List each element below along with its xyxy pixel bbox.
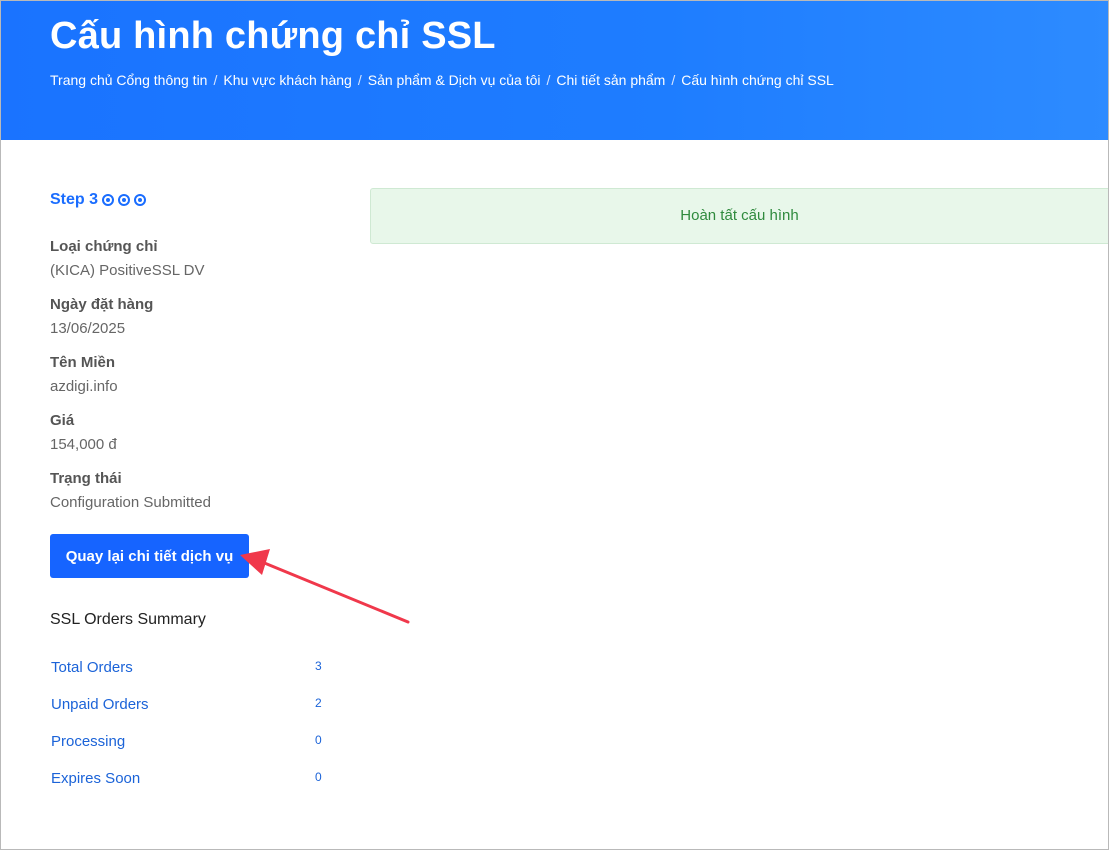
- detail-label: Tên Miền: [50, 354, 116, 371]
- breadcrumb-separator: /: [671, 72, 676, 88]
- detail-value: Configuration Submitted: [50, 494, 211, 511]
- detail-price: Giá 154,000 đ: [50, 410, 330, 468]
- summary-link-expires-soon[interactable]: Expires Soon: [51, 770, 140, 787]
- detail-value: (KICA) PositiveSSL DV: [50, 262, 205, 279]
- summary-link-total-orders[interactable]: Total Orders: [51, 659, 133, 676]
- detail-label: Loại chứng chỉ: [50, 238, 158, 255]
- page-header: Cấu hình chứng chỉ SSL Trang chủ Cổng th…: [0, 0, 1109, 140]
- order-details: Loại chứng chỉ (KICA) PositiveSSL DV Ngà…: [50, 236, 330, 526]
- sidebar: Step 3 Loại chứng chỉ (KICA) PositiveSSL…: [50, 186, 330, 526]
- detail-label: Trạng thái: [50, 470, 122, 487]
- summary-row-unpaid: Unpaid Orders 2: [50, 692, 330, 729]
- breadcrumb-current: Cấu hình chứng chỉ SSL: [681, 72, 834, 88]
- ssl-orders-summary-title: SSL Orders Summary: [50, 611, 206, 628]
- detail-order-date: Ngày đặt hàng 13/06/2025: [50, 294, 330, 352]
- breadcrumb-my-services[interactable]: Sản phẩm & Dịch vụ của tôi: [368, 72, 541, 88]
- summary-count: 3: [315, 659, 322, 673]
- detail-label: Giá: [50, 412, 75, 429]
- detail-status: Trạng thái Configuration Submitted: [50, 468, 330, 526]
- page-title: Cấu hình chứng chỉ SSL: [50, 15, 496, 57]
- summary-count: 0: [315, 770, 322, 784]
- detail-value: 154,000 đ: [50, 436, 117, 453]
- detail-value: 13/06/2025: [50, 320, 126, 337]
- radio-dot-icon: [134, 194, 147, 206]
- radio-dot-icon: [102, 194, 115, 206]
- detail-certificate-type: Loại chứng chỉ (KICA) PositiveSSL DV: [50, 236, 330, 294]
- breadcrumb-separator: /: [546, 72, 551, 88]
- summary-row-expires: Expires Soon 0: [50, 766, 330, 803]
- summary-row-total: Total Orders 3: [50, 655, 330, 692]
- step-indicator: Step 3: [50, 186, 330, 214]
- summary-row-processing: Processing 0: [50, 729, 330, 766]
- success-alert: Hoàn tất cấu hình: [370, 188, 1109, 244]
- summary-count: 0: [315, 733, 322, 747]
- ssl-orders-summary: Total Orders 3 Unpaid Orders 2 Processin…: [50, 655, 330, 803]
- step-label: Step 3: [50, 191, 99, 208]
- detail-domain: Tên Miền azdigi.info: [50, 352, 330, 410]
- back-to-service-details-button[interactable]: Quay lại chi tiết dịch vụ: [50, 534, 249, 578]
- summary-link-processing[interactable]: Processing: [51, 733, 125, 750]
- breadcrumb-client-area[interactable]: Khu vực khách hàng: [223, 72, 351, 88]
- detail-value: azdigi.info: [50, 378, 118, 395]
- detail-label: Ngày đặt hàng: [50, 296, 154, 313]
- breadcrumb-product-details[interactable]: Chi tiết sản phẩm: [556, 72, 665, 88]
- breadcrumb: Trang chủ Cổng thông tin / Khu vực khách h…: [50, 72, 834, 88]
- breadcrumb-separator: /: [357, 72, 362, 88]
- summary-link-unpaid-orders[interactable]: Unpaid Orders: [51, 696, 149, 713]
- summary-count: 2: [315, 696, 322, 710]
- success-alert-message: Hoàn tất cấu hình: [680, 207, 799, 224]
- breadcrumb-separator: /: [213, 72, 218, 88]
- breadcrumb-portal-home[interactable]: Trang chủ Cổng thông tin: [50, 72, 207, 88]
- radio-dot-icon: [118, 194, 131, 206]
